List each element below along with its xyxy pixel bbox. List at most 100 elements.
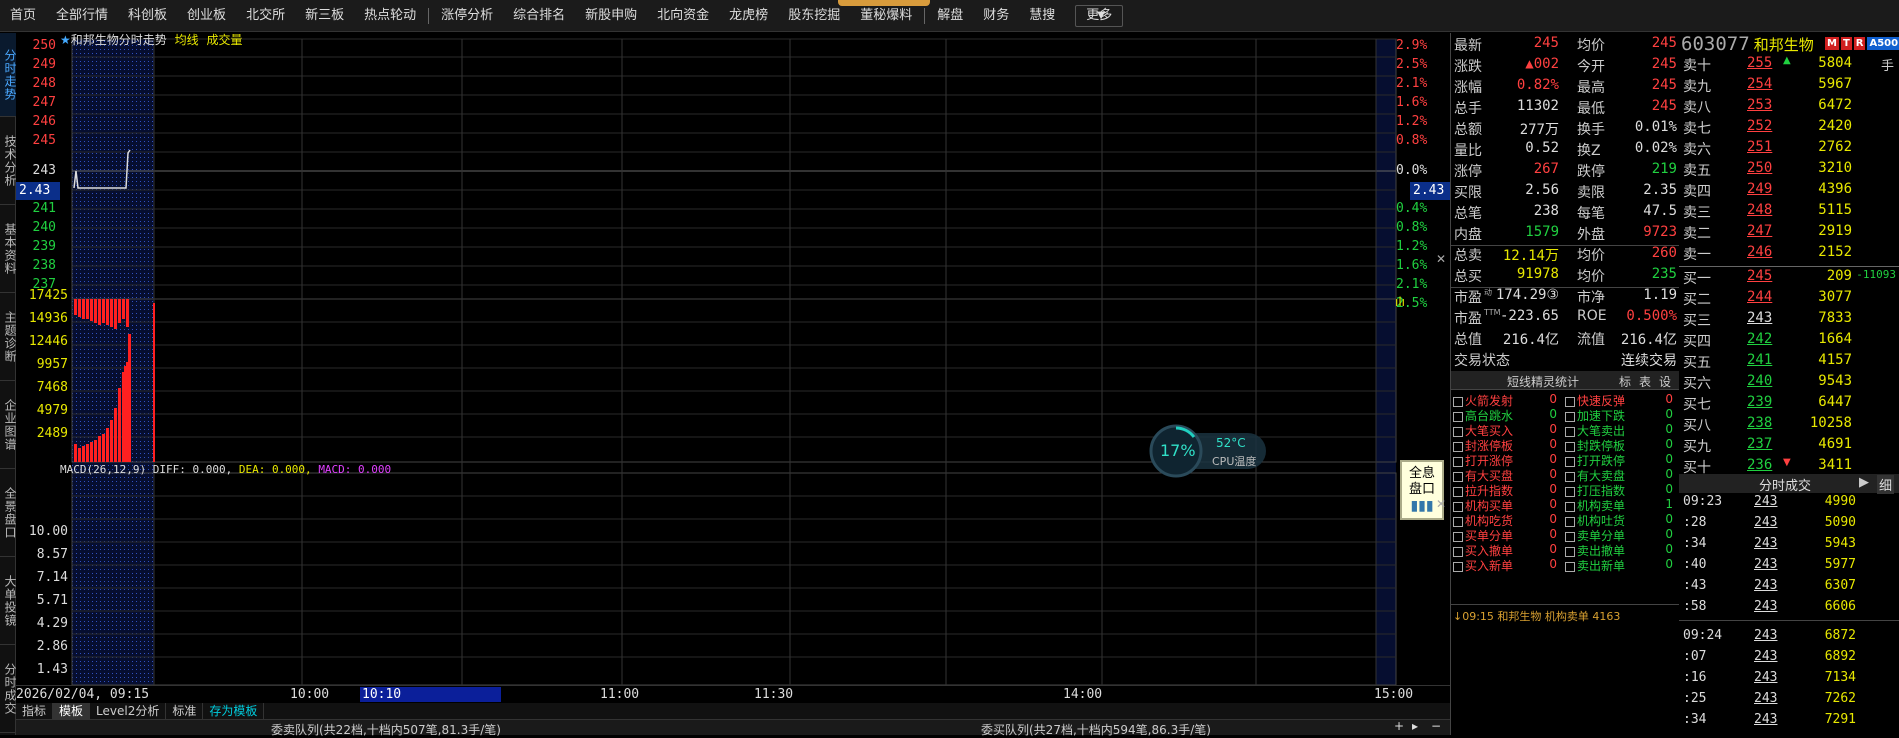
signal-item[interactable]: 买入撤单 0 bbox=[1453, 542, 1561, 558]
signal-item[interactable]: 卖出撤单 0 bbox=[1565, 542, 1677, 558]
nav-item[interactable]: 全部行情 bbox=[46, 0, 118, 32]
signal-item[interactable]: 有大买盘 0 bbox=[1453, 467, 1561, 483]
checkbox[interactable] bbox=[1565, 471, 1575, 482]
nav-item[interactable]: 解盘 bbox=[927, 0, 973, 32]
signal-item[interactable]: 打开涨停 0 bbox=[1453, 452, 1561, 468]
checkbox[interactable] bbox=[1565, 501, 1575, 512]
signal-tab[interactable]: 设 bbox=[1659, 373, 1671, 390]
ask-price[interactable]: 252 bbox=[1747, 118, 1772, 134]
play-icon[interactable]: ▶ bbox=[1859, 475, 1869, 490]
bar-chart-icon[interactable]: ılı bbox=[1395, 295, 1405, 309]
nav-item[interactable]: 北交所 bbox=[236, 0, 295, 32]
bid-price[interactable]: 241 bbox=[1747, 352, 1772, 368]
ask-row[interactable]: 卖六 251 2762 bbox=[1679, 139, 1899, 160]
ask-row[interactable]: 卖八 253 6472 bbox=[1679, 97, 1899, 118]
close-icon[interactable]: ✕ bbox=[1436, 497, 1446, 511]
ask-price[interactable]: 255 bbox=[1747, 55, 1772, 71]
indicator-tab[interactable]: 指标 bbox=[16, 703, 54, 719]
nav-item[interactable]: 新股申购 bbox=[575, 0, 647, 32]
signal-item[interactable]: 封涨停板 0 bbox=[1453, 437, 1561, 453]
checkbox[interactable] bbox=[1565, 486, 1575, 497]
signal-item[interactable]: 买入新单 0 bbox=[1453, 557, 1561, 573]
signal-item[interactable]: 打开跌停 0 bbox=[1565, 452, 1677, 468]
nav-item[interactable]: 财务 bbox=[973, 0, 1019, 32]
chevron-down-icon[interactable]: ▼ bbox=[1097, 0, 1105, 32]
bid-price[interactable]: 242 bbox=[1747, 331, 1772, 347]
checkbox[interactable] bbox=[1453, 516, 1463, 527]
checkbox[interactable] bbox=[1565, 426, 1575, 437]
checkbox[interactable] bbox=[1453, 561, 1463, 572]
ask-row[interactable]: 卖七 252 2420 bbox=[1679, 118, 1899, 139]
ask-row[interactable]: 卖三 248 5115 bbox=[1679, 202, 1899, 223]
ask-price[interactable]: 251 bbox=[1747, 139, 1772, 155]
signal-item[interactable]: 机构吐货 0 bbox=[1565, 512, 1677, 528]
nav-item[interactable]: 创业板 bbox=[177, 0, 236, 32]
indicator-tab[interactable]: Level2分析 bbox=[90, 703, 167, 719]
add-icon[interactable]: + bbox=[1394, 719, 1404, 733]
ask-price[interactable]: 248 bbox=[1747, 202, 1772, 218]
indicator-tab[interactable]: 存为模板 bbox=[203, 703, 265, 719]
signal-item[interactable]: 大笔买入 0 bbox=[1453, 422, 1561, 438]
ask-price[interactable]: 246 bbox=[1747, 244, 1772, 260]
checkbox[interactable] bbox=[1565, 546, 1575, 557]
ask-row[interactable]: 卖十 255 5804 ▲ bbox=[1679, 55, 1899, 76]
checkbox[interactable] bbox=[1565, 396, 1575, 407]
nav-item[interactable]: 慧搜 bbox=[1019, 0, 1065, 32]
indicator-tab[interactable]: 标准 bbox=[166, 703, 204, 719]
signal-item[interactable]: 快速反弹 0 bbox=[1565, 392, 1677, 408]
ask-row[interactable]: 卖九 254 5967 bbox=[1679, 76, 1899, 97]
nav-item[interactable]: 北向资金 bbox=[647, 0, 719, 32]
checkbox[interactable] bbox=[1565, 411, 1575, 422]
bid-price[interactable]: 238 bbox=[1747, 415, 1772, 431]
side-tab[interactable]: 主题诊断 bbox=[0, 293, 17, 381]
nav-item[interactable]: 新三板 bbox=[295, 0, 354, 32]
signal-item[interactable]: 大笔卖出 0 bbox=[1565, 422, 1677, 438]
checkbox[interactable] bbox=[1453, 441, 1463, 452]
checkbox[interactable] bbox=[1565, 441, 1575, 452]
checkbox[interactable] bbox=[1453, 411, 1463, 422]
checkbox[interactable] bbox=[1565, 531, 1575, 542]
ask-price[interactable]: 250 bbox=[1747, 160, 1772, 176]
side-tab[interactable]: 全景盘口 bbox=[0, 469, 17, 557]
bid-price[interactable]: 240 bbox=[1747, 373, 1772, 389]
checkbox[interactable] bbox=[1565, 561, 1575, 572]
ask-price[interactable]: 247 bbox=[1747, 223, 1772, 239]
signal-item[interactable]: 打压指数 0 bbox=[1565, 482, 1677, 498]
nav-item[interactable]: 首页 bbox=[0, 0, 46, 32]
signal-event[interactable]: ↓09:15 和邦生物 机构卖单 4163 bbox=[1453, 608, 1620, 624]
signal-item[interactable]: 卖出新单 0 bbox=[1565, 557, 1677, 573]
close-icon[interactable]: ✕ bbox=[1436, 252, 1446, 266]
ask-row[interactable]: 卖五 250 3210 bbox=[1679, 160, 1899, 181]
stock-badge[interactable]: M bbox=[1825, 37, 1839, 50]
ask-price[interactable]: 253 bbox=[1747, 97, 1772, 113]
side-tab[interactable]: 技术分析 bbox=[0, 117, 17, 205]
signal-item[interactable]: 机构吃货 0 bbox=[1453, 512, 1561, 528]
bid-row[interactable]: 买五 241 4157 bbox=[1679, 352, 1899, 373]
side-tab[interactable]: 企业图谱 bbox=[0, 381, 17, 469]
signal-item[interactable]: 拉升指数 0 bbox=[1453, 482, 1561, 498]
bid-price[interactable]: 236 bbox=[1747, 457, 1772, 473]
checkbox[interactable] bbox=[1453, 501, 1463, 512]
ask-row[interactable]: 卖四 249 4396 bbox=[1679, 181, 1899, 202]
side-tab[interactable]: 分时成交 bbox=[0, 645, 17, 733]
signal-item[interactable]: 封跌停板 0 bbox=[1565, 437, 1677, 453]
cpu-widget[interactable]: 17% 52°C CPU温度 bbox=[1148, 423, 1268, 481]
bid-row[interactable]: 买四 242 1664 bbox=[1679, 331, 1899, 352]
side-tab[interactable]: 分时走势 bbox=[0, 33, 17, 117]
bid-row[interactable]: 买三 243 7833 bbox=[1679, 310, 1899, 331]
collapse-icon[interactable]: − bbox=[1431, 719, 1441, 733]
ask-price[interactable]: 249 bbox=[1747, 181, 1772, 197]
checkbox[interactable] bbox=[1453, 486, 1463, 497]
bid-price[interactable]: 239 bbox=[1747, 394, 1772, 410]
signal-item[interactable]: 机构卖单 1 bbox=[1565, 497, 1677, 513]
signal-item[interactable]: 卖单分单 0 bbox=[1565, 527, 1677, 543]
star-icon[interactable]: ★ bbox=[60, 33, 71, 47]
signal-item[interactable]: 机构买单 0 bbox=[1453, 497, 1561, 513]
checkbox[interactable] bbox=[1453, 471, 1463, 482]
signal-item[interactable]: 有大卖盘 0 bbox=[1565, 467, 1677, 483]
full-panorama-button[interactable]: 全息 盘口 ▮▮▮ bbox=[1400, 460, 1444, 520]
indicator-tab[interactable]: 模板 bbox=[53, 703, 91, 719]
ask-row[interactable]: 卖二 247 2919 bbox=[1679, 223, 1899, 244]
promo-banner[interactable] bbox=[838, 0, 930, 6]
nav-item[interactable]: 龙虎榜 bbox=[719, 0, 778, 32]
